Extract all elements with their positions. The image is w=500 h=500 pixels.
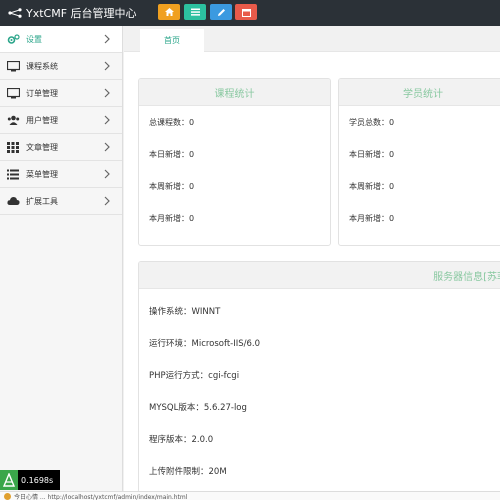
sidebar-item-label: 用户管理 bbox=[26, 115, 58, 125]
student-stats-panel: 学员统计 学员总数：0 本日新增：0 本周新增：0 本月新增：0 bbox=[338, 78, 500, 246]
sidebar-item-extensions[interactable]: 扩展工具 bbox=[0, 188, 122, 215]
top-header: YxtCMF 后台管理中心 bbox=[0, 0, 500, 26]
sidebar-item-label: 扩展工具 bbox=[26, 196, 58, 206]
panel-title: 服务器信息[苏菲 bbox=[139, 262, 500, 289]
tab-bar: 首页 bbox=[124, 26, 500, 52]
chevron-right-icon bbox=[104, 196, 110, 206]
chevron-right-icon bbox=[104, 61, 110, 71]
edit-button[interactable] bbox=[210, 4, 232, 20]
chevron-right-icon bbox=[104, 142, 110, 152]
stat-row: 本日新增：0 bbox=[149, 149, 195, 159]
monitor-icon bbox=[6, 87, 20, 99]
sidebar-item-menus[interactable]: 菜单管理 bbox=[0, 161, 122, 188]
timer-value: 0.1698s bbox=[21, 475, 54, 485]
home-icon bbox=[164, 8, 174, 16]
panel-title-text: 服务器信息[苏菲 bbox=[433, 271, 500, 283]
panel-title: 学员统计 bbox=[339, 79, 500, 106]
status-icon bbox=[4, 492, 11, 500]
chevron-right-icon bbox=[104, 115, 110, 125]
calendar-button[interactable] bbox=[235, 4, 257, 20]
status-text: 今日心情 ... http://localhost/yxtcmf/admin/i… bbox=[14, 493, 188, 500]
info-row: MYSQL版本：5.6.27-log bbox=[149, 403, 247, 413]
pencil-icon bbox=[217, 8, 225, 16]
tab-label: 首页 bbox=[164, 36, 180, 45]
list-icon bbox=[6, 168, 20, 180]
stat-row: 学员总数：0 bbox=[349, 117, 395, 127]
course-stats-panel: 课程统计 总课程数：0 本日新增：0 本周新增：0 本月新增：0 bbox=[138, 78, 331, 246]
status-bar: 今日心情 ... http://localhost/yxtcmf/admin/i… bbox=[0, 491, 500, 500]
chevron-right-icon bbox=[104, 34, 110, 44]
stat-row: 本周新增：0 bbox=[349, 181, 395, 191]
sidebar-item-articles[interactable]: 文章管理 bbox=[0, 134, 122, 161]
sidebar-item-courses[interactable]: 课程系统 bbox=[0, 53, 122, 80]
info-row: 程序版本：2.0.0 bbox=[149, 435, 214, 445]
trace-logo-icon bbox=[0, 470, 18, 490]
info-row: 运行环境：Microsoft-IIS/6.0 bbox=[149, 339, 261, 349]
tab-home[interactable]: 首页 bbox=[140, 29, 204, 52]
brand[interactable]: YxtCMF 后台管理中心 bbox=[8, 3, 137, 23]
sidebar-item-label: 订单管理 bbox=[26, 88, 58, 98]
grid-icon bbox=[6, 141, 20, 153]
page-trace-timer[interactable]: 0.1698s bbox=[0, 470, 60, 490]
chevron-right-icon bbox=[104, 169, 110, 179]
sidebar-item-users[interactable]: 用户管理 bbox=[0, 107, 122, 134]
sidebar-item-label: 课程系统 bbox=[26, 61, 58, 71]
share-icon bbox=[8, 8, 22, 18]
cloud-icon bbox=[6, 195, 20, 207]
sidebar: 设置 课程系统 订单管理 用户管理 文章管理 菜单管理 扩展工具 bbox=[0, 26, 123, 500]
sidebar-item-settings[interactable]: 设置 bbox=[0, 26, 122, 53]
stat-row: 本周新增：0 bbox=[149, 181, 195, 191]
monitor-icon bbox=[6, 60, 20, 72]
sidebar-item-label: 菜单管理 bbox=[26, 169, 58, 179]
calendar-icon bbox=[241, 8, 251, 17]
info-row: 上传附件限制：20M bbox=[149, 467, 227, 477]
info-row: PHP运行方式：cgi-fcgi bbox=[149, 371, 240, 381]
app-title: YxtCMF 后台管理中心 bbox=[26, 7, 137, 20]
stat-row: 总课程数：0 bbox=[149, 117, 195, 127]
sidebar-item-orders[interactable]: 订单管理 bbox=[0, 80, 122, 107]
sidebar-item-label: 设置 bbox=[26, 34, 42, 44]
panel-title: 课程统计 bbox=[139, 79, 330, 106]
info-row: 操作系统：WINNT bbox=[149, 307, 221, 317]
sidebar-item-label: 文章管理 bbox=[26, 142, 58, 152]
gears-icon bbox=[6, 33, 20, 45]
list-icon bbox=[190, 8, 200, 16]
server-info-panel: 服务器信息[苏菲 操作系统：WINNT 运行环境：Microsoft-IIS/6… bbox=[138, 261, 500, 500]
stat-row: 本月新增：0 bbox=[149, 213, 195, 223]
stat-row: 本月新增：0 bbox=[349, 213, 395, 223]
chevron-right-icon bbox=[104, 88, 110, 98]
users-icon bbox=[6, 114, 20, 126]
list-button[interactable] bbox=[184, 4, 206, 20]
home-button[interactable] bbox=[158, 4, 180, 20]
stat-row: 本日新增：0 bbox=[349, 149, 395, 159]
